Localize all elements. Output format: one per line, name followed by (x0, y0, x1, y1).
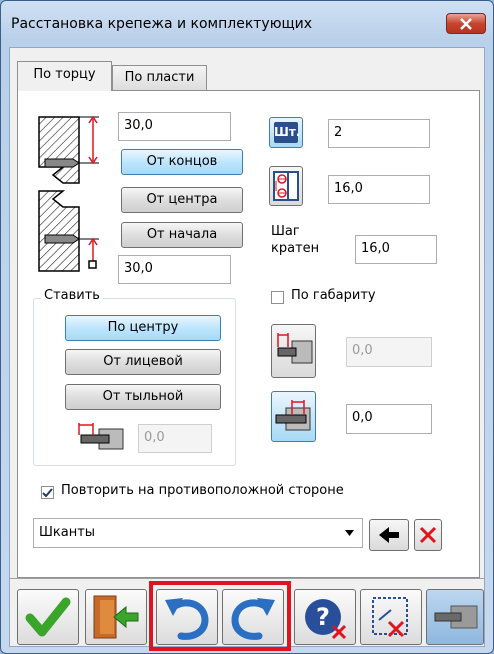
help-icon: ? (305, 599, 347, 640)
clear-selection-button[interactable] (360, 589, 422, 645)
step-input[interactable]: 16,0 (328, 175, 430, 204)
fastener-select[interactable]: Шканты (33, 518, 363, 548)
window-title: Расстановка крепежа и комплектующих (11, 16, 313, 32)
svg-text:?: ? (316, 603, 330, 631)
undo-button[interactable] (156, 589, 218, 645)
redo-button[interactable] (222, 589, 284, 645)
checkmark-ok-icon (25, 597, 71, 637)
redo-icon (231, 598, 275, 640)
place-center-button[interactable]: По центру (65, 315, 221, 341)
count-input[interactable]: 2 (328, 119, 430, 148)
fastener-select-value: Шканты (39, 525, 96, 540)
offset-a-button[interactable] (271, 324, 316, 378)
place-back-button[interactable]: От тыльной (65, 384, 221, 410)
step-multiple-label-line2: кратен (271, 241, 320, 256)
delete-fastener-button[interactable] (414, 519, 442, 551)
repeat-checkbox[interactable] (41, 486, 54, 499)
close-icon (460, 18, 472, 30)
checkmark-icon (42, 488, 53, 498)
offset-a-input[interactable]: 0,0 (346, 337, 432, 367)
tab-face[interactable]: По пласти (112, 65, 207, 91)
top-offset-input[interactable]: 30,0 (118, 112, 231, 141)
by-size-checkbox[interactable] (271, 291, 284, 304)
fastener-view-button[interactable] (426, 589, 484, 645)
place-offset-icon (78, 423, 124, 450)
title-bar[interactable]: Расстановка крепежа и комплектующих (1, 1, 493, 47)
fastener-view-icon (434, 605, 478, 629)
clear-selection-icon (372, 597, 408, 638)
chevron-down-icon (345, 530, 354, 536)
delete-icon (419, 526, 437, 544)
help-button[interactable]: ? (294, 589, 356, 645)
exit-button[interactable] (85, 589, 147, 645)
step-multiple-input[interactable]: 16,0 (355, 235, 437, 264)
ok-button[interactable] (17, 589, 79, 645)
step-multiple-label: Шаг кратен (271, 223, 319, 257)
from-start-button[interactable]: От начала (121, 222, 243, 248)
add-fastener-button[interactable] (369, 519, 409, 551)
dialog-window: Расстановка крепежа и комплектующих По т… (0, 0, 494, 654)
from-center-button[interactable]: От центра (121, 187, 243, 213)
place-group-legend: Ставить (41, 288, 103, 303)
arrow-left-icon (379, 527, 399, 543)
place-offset-input[interactable]: 0,0 (138, 424, 212, 453)
fastener-back-icon (275, 400, 311, 431)
step-multiple-label-line1: Шаг (271, 224, 300, 239)
close-button[interactable] (446, 13, 486, 34)
count-icon: Шт. (274, 122, 300, 143)
step-icon (273, 171, 299, 201)
bottom-offset-input[interactable]: 30,0 (118, 255, 231, 284)
undo-icon (165, 598, 209, 640)
exit-door-icon (93, 595, 139, 639)
toolbar-divider (9, 578, 485, 579)
by-size-label: По габариту (291, 288, 376, 303)
from-ends-button[interactable]: От концов (121, 149, 243, 175)
step-mode-button[interactable] (269, 166, 303, 206)
tab-end[interactable]: По торцу (17, 61, 112, 91)
place-front-button[interactable]: От лицевой (65, 349, 221, 375)
offset-b-input[interactable]: 0,0 (346, 404, 432, 434)
count-mode-button[interactable]: Шт. (269, 117, 303, 148)
offset-b-button[interactable] (271, 391, 316, 442)
fastener-face-icon (277, 333, 313, 364)
edge-fastener-diagram-icon (38, 115, 99, 272)
repeat-label: Повторить на противоположной стороне (61, 483, 344, 498)
